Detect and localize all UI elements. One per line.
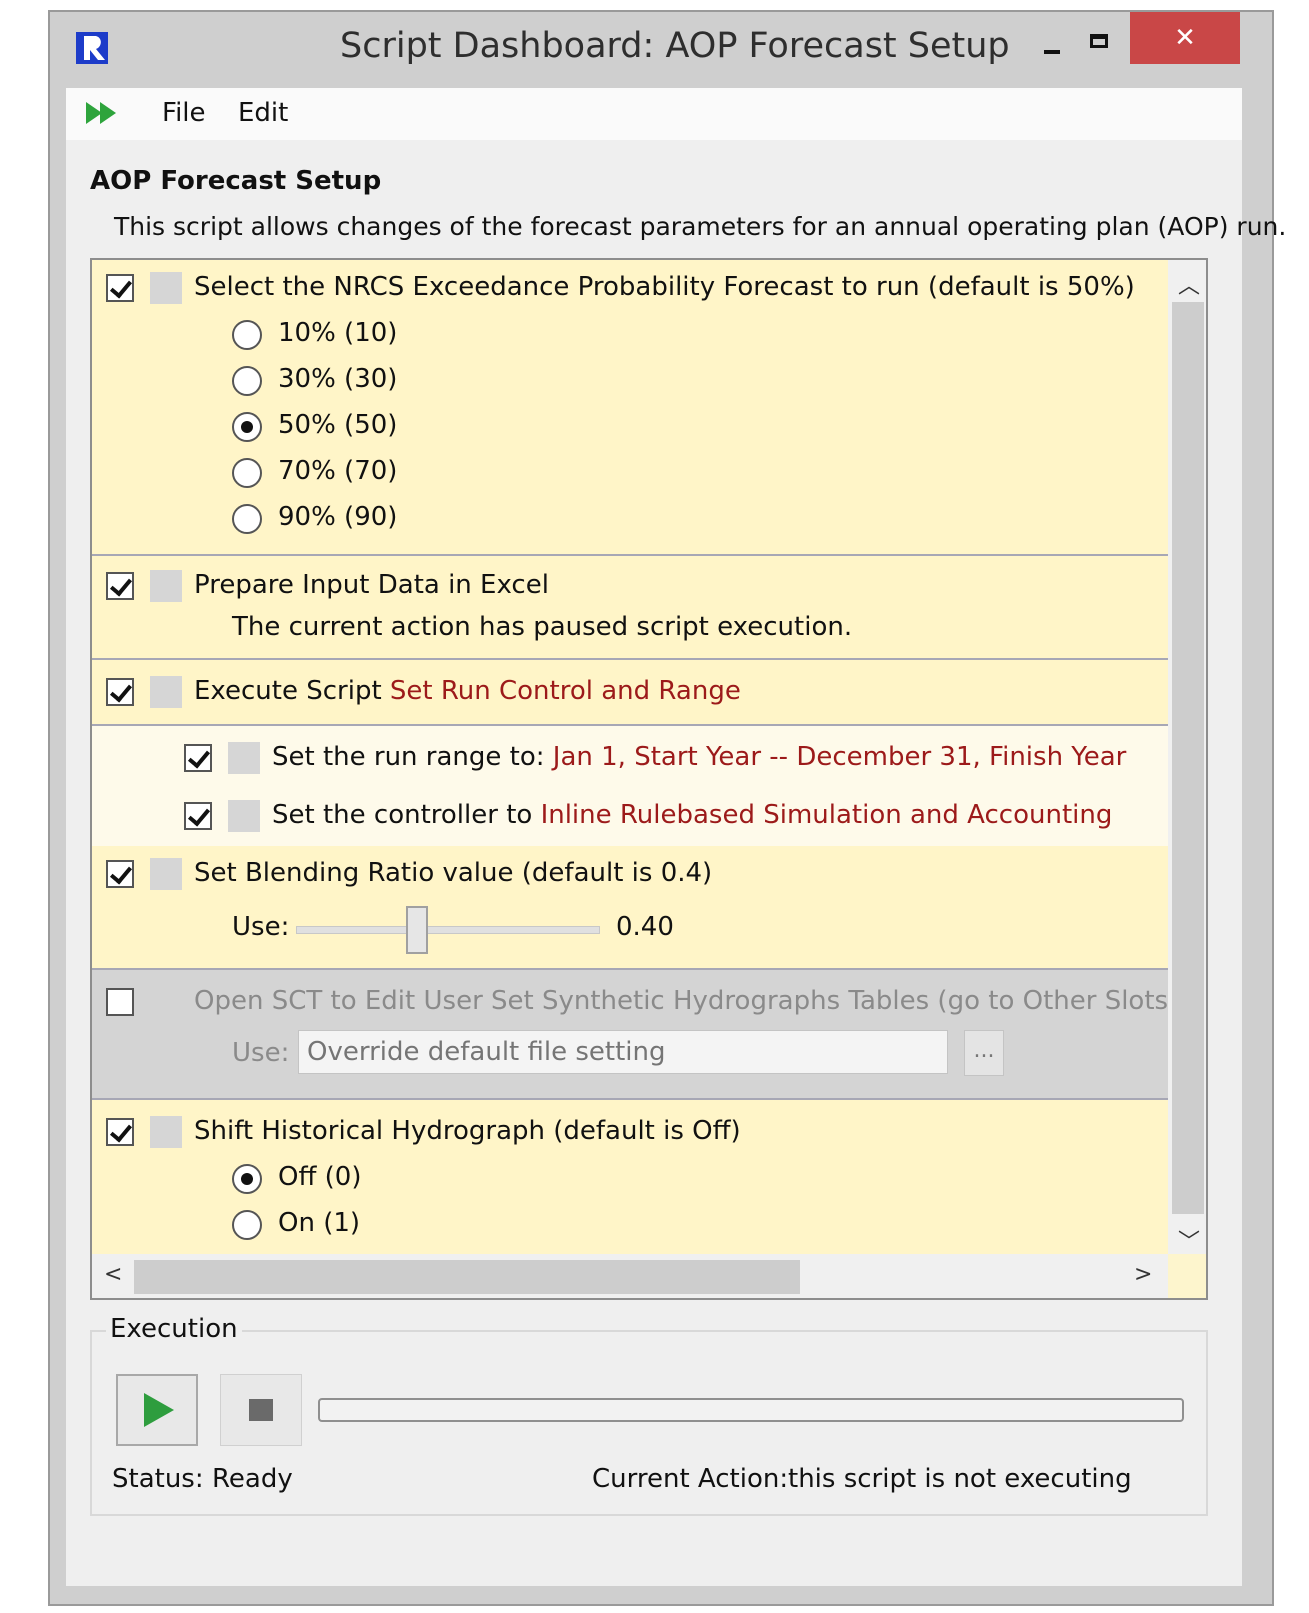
maximize-button[interactable] (1080, 24, 1120, 64)
execute-script-name[interactable]: Set Run Control and Range (390, 676, 741, 706)
scroll-down-icon[interactable]: ﹀ (1178, 1224, 1200, 1256)
status-value: Ready (212, 1464, 293, 1494)
sct-browse-button[interactable]: ... (964, 1030, 1004, 1076)
blending-enable-checkbox[interactable] (106, 860, 134, 888)
script-heading: AOP Forecast Setup (90, 166, 382, 196)
execute-sub-actions: Set the run range to: Jan 1, Start Year … (92, 726, 1168, 846)
prepare-action-section: Prepare Input Data in Excel The current … (92, 556, 1168, 660)
stop-button[interactable] (220, 1374, 302, 1446)
controller-label: Set the controller to Inline Rulebased S… (272, 800, 1113, 830)
forecast-option-label: 10% (10) (278, 318, 398, 348)
execution-progress-bar (318, 1398, 1184, 1422)
horizontal-scrollbar[interactable]: < > (92, 1254, 1170, 1298)
execute-status-indicator (150, 676, 182, 708)
forecast-option-label: 90% (90) (278, 502, 398, 532)
riverware-logo-icon (76, 32, 108, 64)
forecast-option-radio[interactable] (232, 504, 262, 534)
sct-action-section: Open SCT to Edit User Set Synthetic Hydr… (92, 970, 1206, 1100)
blending-label: Set Blending Ratio value (default is 0.4… (194, 858, 713, 888)
forecast-option-radio[interactable] (232, 366, 262, 396)
execute-label: Execute Script Set Run Control and Range (194, 676, 741, 706)
vertical-scroll-thumb[interactable] (1172, 302, 1204, 1214)
window-title: Script Dashboard: AOP Forecast Setup (340, 26, 1010, 66)
shift-option-radio[interactable] (232, 1164, 262, 1194)
shift-enable-checkbox[interactable] (106, 1118, 134, 1146)
prepare-label: Prepare Input Data in Excel (194, 570, 549, 600)
shift-option-label: On (1) (278, 1208, 361, 1238)
blending-status-indicator (150, 858, 182, 890)
close-button[interactable]: ✕ (1130, 12, 1240, 64)
run-range-status-indicator (228, 742, 260, 774)
controller-value[interactable]: Inline Rulebased Simulation and Accounti… (541, 800, 1113, 830)
forecast-enable-checkbox[interactable] (106, 274, 134, 302)
client-area: File Edit AOP Forecast Setup This script… (66, 88, 1286, 1586)
execution-title: Execution (106, 1314, 242, 1344)
menu-edit[interactable]: Edit (238, 98, 288, 128)
menu-bar: File Edit (66, 88, 1242, 140)
scroll-corner (1168, 1254, 1206, 1298)
forecast-option-label: 70% (70) (278, 456, 398, 486)
shift-action-section: Shift Historical Hydrograph (default is … (92, 1100, 1168, 1258)
forecast-option-label: 50% (50) (278, 410, 398, 440)
shift-label: Shift Historical Hydrograph (default is … (194, 1116, 741, 1146)
script-description: This script allows changes of the foreca… (114, 212, 1287, 241)
scroll-up-icon[interactable]: ︿ (1178, 268, 1200, 300)
shift-status-indicator (150, 1116, 182, 1148)
menu-file[interactable]: File (162, 98, 206, 128)
blending-slider-track[interactable] (296, 926, 600, 934)
horizontal-scroll-thumb[interactable] (134, 1260, 800, 1294)
vertical-scrollbar[interactable]: ︿ ﹀ (1168, 260, 1206, 1256)
minimize-button[interactable] (1030, 28, 1070, 68)
scroll-left-icon[interactable]: < (104, 1262, 122, 1287)
forecast-action-section: Select the NRCS Exceedance Probability F… (92, 260, 1168, 556)
current-action-value: this script is not executing (788, 1464, 1132, 1494)
actions-scroll-panel: Select the NRCS Exceedance Probability F… (90, 258, 1208, 1300)
prepare-status-indicator (150, 570, 182, 602)
status-label: Status: (112, 1464, 204, 1494)
title-bar: Script Dashboard: AOP Forecast Setup ✕ (50, 12, 1272, 88)
sct-file-field[interactable] (298, 1030, 948, 1074)
blending-slider-handle[interactable] (405, 906, 428, 954)
blending-action-section: Set Blending Ratio value (default is 0.4… (92, 846, 1168, 970)
forecast-option-radio[interactable] (232, 412, 262, 442)
execute-action-section: Execute Script Set Run Control and Range (92, 660, 1168, 726)
controller-enable-checkbox[interactable] (184, 802, 212, 830)
forecast-status-indicator (150, 272, 182, 304)
controller-status-indicator (228, 800, 260, 832)
run-range-enable-checkbox[interactable] (184, 744, 212, 772)
shift-option-label: Off (0) (278, 1162, 362, 1192)
sct-enable-checkbox[interactable] (106, 988, 134, 1016)
run-button[interactable] (116, 1374, 198, 1446)
prepare-note: The current action has paused script exe… (232, 612, 853, 642)
run-range-value[interactable]: Jan 1, Start Year -- December 31, Finish… (553, 742, 1127, 772)
shift-option-radio[interactable] (232, 1210, 262, 1240)
execute-enable-checkbox[interactable] (106, 678, 134, 706)
prepare-enable-checkbox[interactable] (106, 572, 134, 600)
run-script-icon[interactable] (86, 100, 126, 126)
current-action-label: Current Action: (592, 1464, 789, 1494)
forecast-option-radio[interactable] (232, 458, 262, 488)
sct-use-label: Use: (232, 1038, 290, 1068)
forecast-option-label: 30% (30) (278, 364, 398, 394)
run-range-label: Set the run range to: Jan 1, Start Year … (272, 742, 1127, 772)
forecast-option-radio[interactable] (232, 320, 262, 350)
forecast-label: Select the NRCS Exceedance Probability F… (194, 272, 1135, 302)
scroll-right-icon[interactable]: > (1134, 1262, 1152, 1287)
blending-value: 0.40 (616, 912, 674, 942)
script-dashboard-window: Script Dashboard: AOP Forecast Setup ✕ F… (48, 10, 1286, 1606)
sct-label: Open SCT to Edit User Set Synthetic Hydr… (194, 986, 1206, 1016)
blending-use-label: Use: (232, 912, 290, 942)
